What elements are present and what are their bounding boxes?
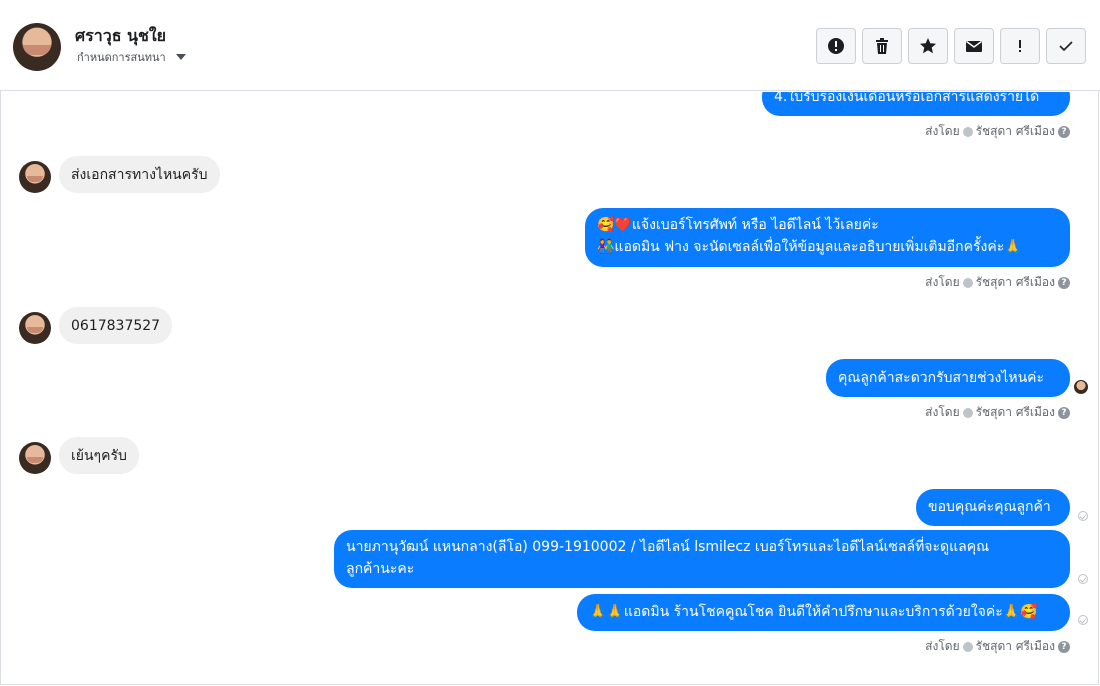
message-thread[interactable]: 4.ใบรับรองเงินเดือนหรือเอกสารแสดงรายได้ … bbox=[0, 92, 1100, 686]
help-icon[interactable]: ? bbox=[1058, 640, 1070, 653]
message-bubble-incoming[interactable]: เย้นๆครับ bbox=[59, 437, 139, 474]
help-icon[interactable]: ? bbox=[1058, 276, 1070, 289]
mark-done-button[interactable] bbox=[1046, 28, 1086, 64]
toolbar bbox=[816, 28, 1086, 64]
agent-status-icon bbox=[962, 126, 973, 137]
sent-by-agent[interactable]: รัชสุดา ศรีเมือง bbox=[976, 273, 1055, 292]
sent-by-agent[interactable]: รัชสุดา ศรีเมือง bbox=[976, 637, 1055, 656]
agent-status-icon bbox=[962, 407, 973, 418]
message-text: 🙏🙏แอดมิน ร้านโชคคูณโชค ยินดีให้คำปรึกษาแ… bbox=[589, 604, 1038, 620]
message-text: 4.ใบรับรองเงินเดือนหรือเอกสารแสดงรายได้ bbox=[774, 92, 1040, 105]
message-bubble-incoming[interactable]: ส่งเอกสารทางไหนครับ bbox=[59, 156, 220, 193]
agent-status-icon bbox=[962, 641, 973, 652]
checkmark-icon bbox=[1059, 41, 1073, 52]
message-bubble-outgoing[interactable]: 🥰❤️แจ้งเบอร์โทรศัพท์ หรือ ไอดีไลน์ ไว้เล… bbox=[585, 208, 1070, 267]
delete-button[interactable] bbox=[862, 28, 902, 64]
sent-by-agent[interactable]: รัชสุดา ศรีเมือง bbox=[976, 403, 1055, 422]
message-text-line: นายภานุวัฒน์ แหนกลาง(ลีโอ) 099-1910002 /… bbox=[346, 539, 990, 555]
sent-by-agent[interactable]: รัชสุดา ศรีเมือง bbox=[976, 122, 1055, 141]
message-bubble-outgoing[interactable]: นายภานุวัฒน์ แหนกลาง(ลีโอ) 099-1910002 /… bbox=[334, 530, 1070, 588]
message-text-line: ลูกค้านะคะ bbox=[346, 561, 415, 577]
contact-avatar-small[interactable] bbox=[19, 442, 51, 474]
help-icon[interactable]: ? bbox=[1058, 406, 1070, 419]
alert-circle-icon bbox=[828, 38, 844, 54]
message-text: ขอบคุณค่ะคุณลูกค้า bbox=[928, 499, 1051, 515]
message-bubble-outgoing[interactable]: 🙏🙏แอดมิน ร้านโชคคูณโชค ยินดีให้คำปรึกษาแ… bbox=[577, 594, 1070, 631]
seen-by-avatar bbox=[1074, 380, 1088, 394]
contact-avatar-small[interactable] bbox=[19, 161, 51, 193]
follow-up-button[interactable] bbox=[1000, 28, 1040, 64]
message-bubble-outgoing[interactable]: คุณลูกค้าสะดวกรับสายช่วงไหนค่ะ bbox=[826, 359, 1070, 397]
sent-check-icon bbox=[1078, 615, 1088, 625]
message-text: คุณลูกค้าสะดวกรับสายช่วงไหนค่ะ bbox=[838, 370, 1045, 386]
sent-by-label: ส่งโดย bbox=[925, 639, 960, 653]
help-icon[interactable]: ? bbox=[1058, 125, 1070, 138]
conversation-header: ศราวุธ นุชใย กำหนดการสนทนา bbox=[0, 0, 1100, 91]
message-bubble-outgoing[interactable]: ขอบคุณค่ะคุณลูกค้า bbox=[916, 489, 1070, 526]
sent-by-label: ส่งโดย bbox=[925, 275, 960, 289]
sent-by-info: ส่งโดย รัชสุดา ศรีเมือง ? bbox=[925, 637, 1070, 656]
trash-icon bbox=[876, 38, 888, 54]
assign-conversation-dropdown[interactable]: กำหนดการสนทนา bbox=[77, 48, 186, 66]
message-text-line: 👫แอดมิน ฟาง จะนัดเซลล์เพื่อให้ข้อมูลและอ… bbox=[597, 239, 1022, 255]
sent-by-info: ส่งโดย รัชสุดา ศรีเมือง ? bbox=[925, 273, 1070, 292]
mark-unread-button[interactable] bbox=[954, 28, 994, 64]
assign-label: กำหนดการสนทนา bbox=[77, 51, 166, 64]
message-bubble-incoming[interactable]: 0617837527 bbox=[59, 307, 173, 344]
caret-down-icon bbox=[175, 54, 186, 60]
spam-button[interactable] bbox=[816, 28, 856, 64]
envelope-icon bbox=[966, 40, 982, 52]
message-text: เย้นๆครับ bbox=[71, 448, 127, 464]
sent-by-label: ส่งโดย bbox=[925, 405, 960, 419]
sent-by-info: ส่งโดย รัชสุดา ศรีเมือง ? bbox=[925, 122, 1070, 141]
contact-avatar[interactable] bbox=[13, 23, 61, 71]
contact-avatar-small[interactable] bbox=[19, 312, 51, 344]
message-text: 0617837527 bbox=[71, 318, 161, 334]
message-text: ส่งเอกสารทางไหนครับ bbox=[71, 167, 208, 183]
agent-status-icon bbox=[962, 277, 973, 288]
message-text-line: 🥰❤️แจ้งเบอร์โทรศัพท์ หรือ ไอดีไลน์ ไว้เล… bbox=[597, 217, 879, 233]
message-bubble-outgoing[interactable]: 4.ใบรับรองเงินเดือนหรือเอกสารแสดงรายได้ bbox=[762, 92, 1070, 116]
exclamation-icon bbox=[1019, 40, 1021, 52]
star-button[interactable] bbox=[908, 28, 948, 64]
sent-check-icon bbox=[1078, 511, 1088, 521]
sent-by-label: ส่งโดย bbox=[925, 124, 960, 138]
contact-name[interactable]: ศราวุธ นุชใย bbox=[75, 24, 166, 49]
star-icon bbox=[920, 38, 936, 54]
sent-check-icon bbox=[1078, 574, 1088, 584]
sent-by-info: ส่งโดย รัชสุดา ศรีเมือง ? bbox=[925, 403, 1070, 422]
